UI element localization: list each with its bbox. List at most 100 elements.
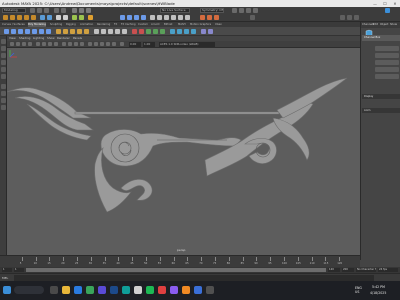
history-icon[interactable] xyxy=(200,15,205,20)
start-icon[interactable] xyxy=(3,286,11,294)
create-plane-icon[interactable] xyxy=(141,15,146,20)
bevel-icon[interactable] xyxy=(157,15,162,20)
channel-button-4[interactable] xyxy=(375,67,399,72)
snap-point-icon[interactable] xyxy=(24,15,29,20)
symmetry-dropdown[interactable]: Symmetry: Off xyxy=(200,8,224,13)
discord-icon[interactable] xyxy=(98,286,106,294)
select-by-hierarchy-icon[interactable] xyxy=(72,8,77,13)
combine-icon[interactable] xyxy=(56,29,61,34)
extrude-icon[interactable] xyxy=(150,15,155,20)
poly-disc-icon[interactable] xyxy=(46,29,51,34)
separate-icon[interactable] xyxy=(63,29,68,34)
outliner-icon[interactable] xyxy=(72,15,77,20)
file-explorer-icon[interactable] xyxy=(62,286,70,294)
undo-icon[interactable] xyxy=(54,8,59,13)
clock-time[interactable]: 5:42 PM xyxy=(372,285,385,289)
xray-icon[interactable] xyxy=(80,42,84,46)
select-by-object-icon[interactable] xyxy=(79,8,84,13)
edge-icon[interactable] xyxy=(74,286,82,294)
lasso-tool-icon[interactable] xyxy=(1,46,6,51)
clock-date[interactable]: 4/18/2025 xyxy=(370,291,386,295)
poly-cube-icon[interactable] xyxy=(11,29,16,34)
create-polygon-icon[interactable] xyxy=(120,15,125,20)
outliner-layout-icon[interactable] xyxy=(1,105,6,110)
bridge-icon[interactable] xyxy=(164,15,169,20)
image-plane-icon[interactable] xyxy=(28,42,32,46)
channel-button-2[interactable] xyxy=(375,53,399,58)
colorspace-dropdown[interactable]: ACES 1.0 SDR-video (sRGB) xyxy=(159,42,215,47)
offset-edge-loop-icon[interactable] xyxy=(160,29,165,34)
minimize-button[interactable]: — xyxy=(370,0,380,7)
append-polygon-icon[interactable] xyxy=(108,29,113,34)
four-layout-icon[interactable] xyxy=(1,91,6,96)
magnet-snap-icon[interactable] xyxy=(3,15,8,20)
bridge-shelf-icon[interactable] xyxy=(101,29,106,34)
hypershade-icon[interactable] xyxy=(56,15,61,20)
tool-settings-icon[interactable] xyxy=(347,15,352,20)
boolean-icon[interactable] xyxy=(77,29,82,34)
render-frame-icon[interactable] xyxy=(239,8,244,13)
resolution-gate-icon[interactable] xyxy=(48,42,52,46)
select-camera-panel-icon[interactable] xyxy=(10,42,14,46)
poly-sphere-icon[interactable] xyxy=(4,29,9,34)
create-cylinder-icon[interactable] xyxy=(134,15,139,20)
start-time-field[interactable]: 1 xyxy=(2,268,12,272)
channel-box-icon[interactable] xyxy=(354,15,359,20)
poly-torus-icon[interactable] xyxy=(32,29,37,34)
rotate-tool-icon[interactable] xyxy=(1,67,6,72)
merge-icon[interactable] xyxy=(171,15,176,20)
zbrush-icon[interactable] xyxy=(194,286,202,294)
input-language-indicator[interactable]: ENG US xyxy=(355,286,362,294)
live-surface-field[interactable]: No Live Surface xyxy=(160,8,190,13)
snap-curve-icon[interactable] xyxy=(17,15,22,20)
bevel-shelf-icon[interactable] xyxy=(122,29,127,34)
save-scene-icon[interactable] xyxy=(44,8,49,13)
anim-layer-section[interactable]: Anim xyxy=(362,108,400,113)
tab-edit[interactable]: Edit xyxy=(373,22,378,28)
tab-show[interactable]: Show xyxy=(390,22,397,28)
render-icon[interactable] xyxy=(47,15,52,20)
create-cube-icon[interactable] xyxy=(127,15,132,20)
character-set-field[interactable]: No Character Set xyxy=(356,268,376,272)
multi-cut-shelf-icon[interactable] xyxy=(153,29,158,34)
poly-cone-icon[interactable] xyxy=(25,29,30,34)
modeling-toolkit-icon[interactable] xyxy=(250,15,255,20)
new-scene-icon[interactable] xyxy=(30,8,35,13)
steam-icon[interactable] xyxy=(134,286,142,294)
textured-icon[interactable] xyxy=(88,42,92,46)
film-gate-icon[interactable] xyxy=(42,42,46,46)
fill-hole-icon[interactable] xyxy=(115,29,120,34)
graph-editor-icon[interactable] xyxy=(79,15,84,20)
select-camera-icon[interactable] xyxy=(88,15,93,20)
photoshop-icon[interactable] xyxy=(110,286,118,294)
playback-start-field[interactable]: 1 xyxy=(14,268,24,272)
construction-history-icon[interactable] xyxy=(40,15,45,20)
maximize-button[interactable]: ☐ xyxy=(380,0,390,7)
insert-edge-loop-icon[interactable] xyxy=(146,29,151,34)
render-settings-icon[interactable] xyxy=(253,8,258,13)
isolate-select-icon[interactable] xyxy=(120,42,124,46)
attribute-editor-icon[interactable] xyxy=(340,15,345,20)
multi-cut-icon[interactable] xyxy=(178,15,183,20)
uv-editor-icon[interactable] xyxy=(63,15,68,20)
render-view-icon[interactable] xyxy=(232,8,237,13)
bookmark-icon[interactable] xyxy=(22,42,26,46)
tab-object[interactable]: Object xyxy=(380,22,388,28)
close-button[interactable]: ✕ xyxy=(390,0,400,7)
end-time-field[interactable]: 200 xyxy=(342,268,354,272)
anti-aliasing-icon[interactable] xyxy=(112,42,116,46)
camera-attributes-icon[interactable] xyxy=(16,42,20,46)
display-layer-section[interactable]: Display xyxy=(362,94,400,99)
target-weld-icon[interactable] xyxy=(185,15,190,20)
uv-unfold-icon[interactable] xyxy=(170,29,175,34)
soften-edge-icon[interactable] xyxy=(201,29,206,34)
smooth-icon[interactable] xyxy=(70,29,75,34)
merge-shelf-icon[interactable] xyxy=(132,29,137,34)
single-layout-icon[interactable] xyxy=(1,84,6,89)
poly-plane-icon[interactable] xyxy=(39,29,44,34)
near-clip-field[interactable]: 0.00 xyxy=(129,42,141,47)
channel-button-5[interactable] xyxy=(375,74,399,79)
automatic-map-icon[interactable] xyxy=(191,29,196,34)
use-all-lights-icon[interactable] xyxy=(94,42,98,46)
ipr-render-icon[interactable] xyxy=(246,8,251,13)
